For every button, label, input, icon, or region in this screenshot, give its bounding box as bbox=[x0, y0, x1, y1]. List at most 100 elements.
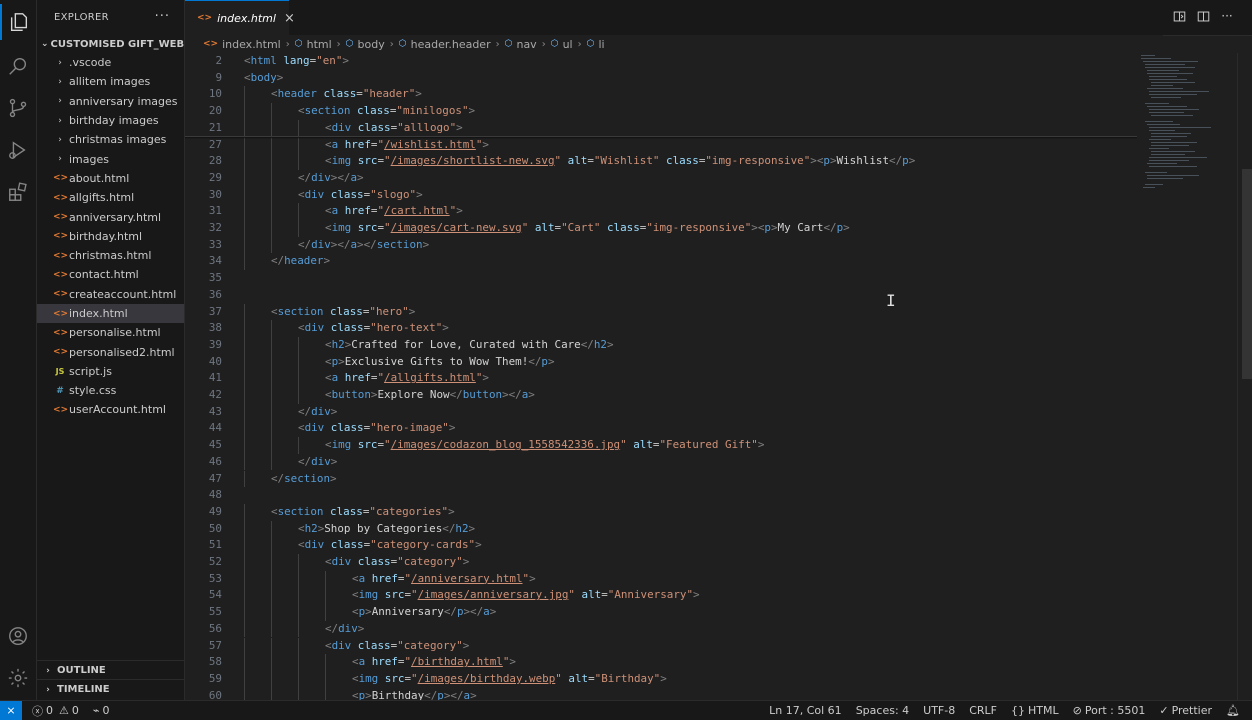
timeline-section[interactable]: › TIMELINE bbox=[37, 679, 184, 699]
code-line[interactable]: 48 bbox=[185, 487, 1135, 504]
code-line[interactable]: 30 <div class="slogo"> bbox=[185, 186, 1135, 204]
code-line[interactable]: 40 <p>Exclusive Gifts to Wow Them!</p> bbox=[185, 353, 1135, 371]
code-line[interactable]: 57 <div class="category"> bbox=[185, 637, 1135, 655]
notifications-bell-icon[interactable]: 🔔︎ bbox=[1226, 704, 1240, 717]
tree-folder[interactable]: › christmas images bbox=[37, 130, 184, 149]
breadcrumb-item[interactable]: ⬡ html bbox=[295, 38, 332, 51]
tree-file[interactable]: <> index.html bbox=[37, 303, 184, 324]
code-line[interactable]: 47 </section> bbox=[185, 470, 1135, 488]
code-line[interactable]: 46 </div> bbox=[185, 453, 1135, 471]
more-actions-icon[interactable]: ··· bbox=[1220, 9, 1234, 23]
prettier-status[interactable]: ✓ Prettier bbox=[1159, 704, 1212, 717]
tree-file[interactable]: <> personalised2.html bbox=[37, 342, 184, 361]
code-line[interactable]: 49 <section class="categories"> bbox=[185, 503, 1135, 521]
split-editor-icon[interactable] bbox=[1196, 9, 1210, 23]
code-line[interactable]: 55 <p>Anniversary</p></a> bbox=[185, 604, 1135, 621]
tree-file[interactable]: # style.css bbox=[37, 381, 184, 400]
tree-folder[interactable]: › images bbox=[37, 149, 184, 168]
outline-section[interactable]: › OUTLINE bbox=[37, 660, 184, 680]
tree-file[interactable]: <> personalise.html bbox=[37, 323, 184, 342]
breadcrumb-item[interactable]: ⬡ nav bbox=[505, 38, 537, 51]
tree-file[interactable]: JS script.js bbox=[37, 362, 184, 381]
code-line[interactable]: 35 bbox=[185, 270, 1135, 287]
explorer-icon[interactable] bbox=[0, 4, 36, 40]
source-control-icon[interactable] bbox=[0, 90, 36, 126]
tab-index-html[interactable]: <> index.html × bbox=[185, 0, 295, 35]
vertical-scrollbar-thumb[interactable] bbox=[1242, 169, 1252, 379]
line-number: 33 bbox=[208, 237, 222, 251]
code-line[interactable]: 29 </div></a> bbox=[185, 169, 1135, 187]
tree-file[interactable]: <> userAccount.html bbox=[37, 400, 184, 419]
code-line[interactable]: 28 <img src="/images/shortlist-new.svg" a… bbox=[185, 153, 1135, 170]
code-line[interactable]: 31 <a href="/cart.html"> bbox=[185, 203, 1135, 220]
code-line[interactable]: 27 <a href="/wishlist.html"> bbox=[185, 136, 1135, 154]
cursor-position[interactable]: Ln 17, Col 61 bbox=[769, 704, 842, 717]
code-line[interactable]: 44 <div class="hero-image"> bbox=[185, 420, 1135, 438]
breadcrumb-item[interactable]: ⬡ li bbox=[587, 38, 605, 51]
code-line[interactable]: 2 <html lang="en"> bbox=[185, 53, 1135, 70]
tree-file[interactable]: <> christmas.html bbox=[37, 246, 184, 265]
code-line[interactable]: 43 </div> bbox=[185, 403, 1135, 421]
breadcrumb-item[interactable]: ⬡ ul bbox=[551, 38, 573, 51]
code-line[interactable]: 58 <a href="/birthday.html"> bbox=[185, 654, 1135, 671]
line-code: </div> bbox=[325, 621, 365, 635]
code-editor[interactable]: I 2 <html lang="en"> 9 <body> 10 <header clas… bbox=[185, 53, 1252, 700]
tree-folder[interactable]: › anniversary images bbox=[37, 92, 184, 111]
minimap[interactable] bbox=[1137, 53, 1237, 700]
language-mode[interactable]: {} HTML bbox=[1011, 704, 1059, 717]
extensions-icon[interactable] bbox=[0, 174, 36, 210]
code-line[interactable]: 9 <body> bbox=[185, 70, 1135, 87]
code-line[interactable]: 42 <button>Explore Now</button></a> bbox=[185, 387, 1135, 404]
code-line[interactable]: 33 </div></a></section> bbox=[185, 236, 1135, 254]
tree-file[interactable]: <> allgifts.html bbox=[37, 188, 184, 207]
code-line[interactable]: 36 bbox=[185, 287, 1135, 304]
remote-indicator-icon[interactable]: ⨯ bbox=[0, 701, 22, 720]
workspace-root-folder[interactable]: ⌄ CUSTOMISED GIFT_WEBSITE bbox=[37, 35, 184, 53]
workspace-root-label: CUSTOMISED GIFT_WEBSITE bbox=[50, 38, 185, 50]
code-line[interactable]: 21 <div class="alllogo"> bbox=[185, 119, 1135, 137]
code-line[interactable]: 52 <div class="category"> bbox=[185, 554, 1135, 571]
ports-indicator[interactable]: ⌁ 0 bbox=[93, 704, 110, 717]
code-line[interactable]: 37 <section class="hero"> bbox=[185, 303, 1135, 321]
code-line[interactable]: 38 <div class="hero-text"> bbox=[185, 320, 1135, 337]
code-line[interactable]: 32 <img src="/images/cart-new.svg" alt="C… bbox=[185, 220, 1135, 237]
code-line[interactable]: 10 <header class="header"> bbox=[185, 86, 1135, 104]
tree-file[interactable]: <> createaccount.html bbox=[37, 285, 184, 304]
code-line[interactable]: 45 <img src="/images/codazon_blog_1558542… bbox=[185, 437, 1135, 454]
more-actions-icon[interactable]: ··· bbox=[155, 9, 170, 24]
code-line[interactable]: 59 <img src="/images/birthday.webp" alt="… bbox=[185, 670, 1135, 688]
settings-gear-icon[interactable] bbox=[0, 660, 36, 696]
html-file-icon: <> bbox=[53, 231, 69, 242]
live-server-port[interactable]: ⊘ Port : 5501 bbox=[1073, 704, 1146, 717]
tree-file[interactable]: <> birthday.html bbox=[37, 227, 184, 246]
file-encoding[interactable]: UTF-8 bbox=[923, 704, 955, 717]
code-line[interactable]: 20 <section class="minilogos"> bbox=[185, 103, 1135, 120]
indentation[interactable]: Spaces: 4 bbox=[856, 704, 909, 717]
breadcrumb-item[interactable]: ⬡ body bbox=[346, 38, 385, 51]
tree-file[interactable]: <> about.html bbox=[37, 169, 184, 188]
account-icon[interactable] bbox=[0, 618, 36, 654]
code-line[interactable]: 51 <div class="category-cards"> bbox=[185, 537, 1135, 554]
problems-indicator[interactable]: ⓧ 0 ⚠ 0 bbox=[32, 703, 79, 719]
line-code: <a href="/anniversary.html"> bbox=[352, 571, 536, 585]
code-line[interactable]: 53 <a href="/anniversary.html"> bbox=[185, 570, 1135, 588]
code-line[interactable]: 60 <p>Birthday</p></a> bbox=[185, 687, 1135, 700]
code-line[interactable]: 41 <a href="/allgifts.html"> bbox=[185, 370, 1135, 387]
run-debug-icon[interactable] bbox=[0, 132, 36, 168]
tree-folder[interactable]: › allitem images bbox=[37, 72, 184, 91]
tree-folder[interactable]: › birthday images bbox=[37, 111, 184, 130]
tree-file[interactable]: <> contact.html bbox=[37, 265, 184, 284]
close-tab-icon[interactable]: × bbox=[284, 11, 295, 26]
code-line[interactable]: 50 <h2>Shop by Categories</h2> bbox=[185, 520, 1135, 538]
code-line[interactable]: 34 </header> bbox=[185, 253, 1135, 271]
breadcrumb-item[interactable]: ⬡ header.header bbox=[399, 38, 491, 51]
tree-folder[interactable]: › .vscode bbox=[37, 53, 184, 72]
open-preview-icon[interactable] bbox=[1172, 9, 1186, 23]
tree-file[interactable]: <> anniversary.html bbox=[37, 207, 184, 226]
search-icon[interactable] bbox=[0, 48, 36, 84]
code-line[interactable]: 39 <h2>Crafted for Love, Curated with Car… bbox=[185, 336, 1135, 354]
end-of-line[interactable]: CRLF bbox=[969, 704, 997, 717]
code-line[interactable]: 54 <img src="/images/anniversary.jpg" alt… bbox=[185, 587, 1135, 605]
code-line[interactable]: 56 </div> bbox=[185, 620, 1135, 638]
breadcrumb-item[interactable]: <> index.html bbox=[203, 38, 281, 51]
